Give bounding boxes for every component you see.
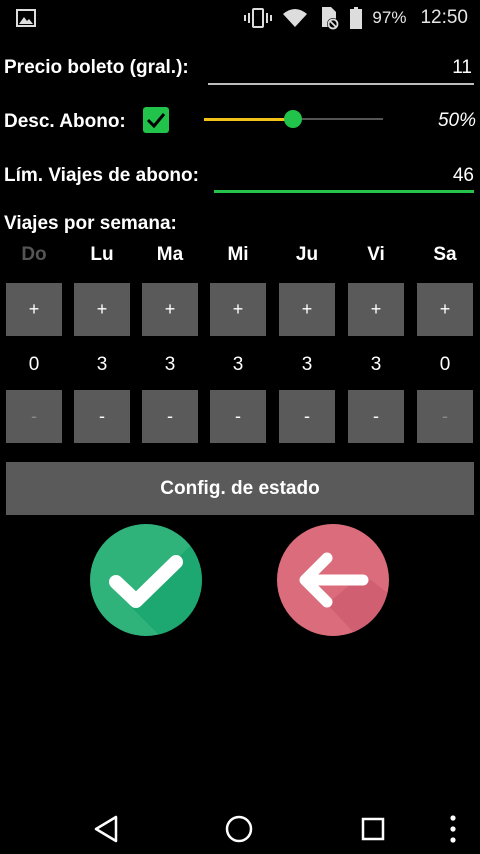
count-lu: 3 bbox=[96, 354, 108, 375]
vibrate-icon bbox=[244, 8, 273, 28]
minus-button-ma[interactable]: - bbox=[142, 390, 198, 443]
back-triangle-icon[interactable] bbox=[94, 815, 120, 843]
sim-blocked-icon bbox=[322, 7, 340, 30]
arrow-left-icon bbox=[299, 552, 389, 636]
minus-button-mi[interactable]: - bbox=[210, 390, 266, 443]
battery-icon bbox=[350, 7, 363, 29]
count-ma: 3 bbox=[164, 354, 176, 375]
day-name-ma: Ma bbox=[156, 244, 184, 265]
plus-button-vi[interactable]: + bbox=[348, 283, 404, 336]
day-name-mi: Mi bbox=[227, 244, 249, 265]
minus-button-vi[interactable]: - bbox=[348, 390, 404, 443]
plus-button-ma[interactable]: + bbox=[142, 283, 198, 336]
day-name-lu: Lu bbox=[90, 244, 114, 265]
navigation-bar bbox=[0, 782, 480, 854]
minus-button-do[interactable]: - bbox=[6, 390, 62, 443]
config-estado-button[interactable]: Config. de estado bbox=[6, 462, 474, 515]
recents-square-icon[interactable] bbox=[361, 817, 385, 841]
more-vertical-icon[interactable] bbox=[448, 814, 458, 844]
plus-button-ju[interactable]: + bbox=[279, 283, 335, 336]
wifi-icon bbox=[283, 9, 308, 27]
checkmark-icon bbox=[109, 546, 202, 636]
confirm-button[interactable] bbox=[90, 524, 202, 636]
back-button[interactable] bbox=[277, 524, 389, 636]
slider-track-empty bbox=[293, 118, 383, 120]
status-bar: 97% 12:50 bbox=[0, 0, 480, 36]
plus-button-sa[interactable]: + bbox=[417, 283, 473, 336]
precio-underline bbox=[208, 83, 474, 85]
plus-button-mi[interactable]: + bbox=[210, 283, 266, 336]
limite-underline bbox=[214, 190, 474, 193]
count-do: 0 bbox=[28, 354, 40, 375]
count-sa: 0 bbox=[439, 354, 451, 375]
home-circle-icon[interactable] bbox=[225, 815, 253, 843]
limite-label: Lím. Viajes de abono: bbox=[4, 165, 199, 186]
limite-input[interactable]: 46 bbox=[214, 165, 474, 187]
precio-input[interactable]: 11 bbox=[208, 57, 472, 79]
minus-button-sa[interactable]: - bbox=[417, 390, 473, 443]
day-name-sa: Sa bbox=[433, 244, 457, 265]
image-icon bbox=[16, 9, 36, 27]
plus-button-do[interactable]: + bbox=[6, 283, 62, 336]
viajes-label: Viajes por semana: bbox=[4, 213, 177, 234]
day-name-vi: Vi bbox=[367, 244, 385, 265]
check-icon bbox=[146, 113, 166, 129]
count-ju: 3 bbox=[301, 354, 313, 375]
minus-button-ju[interactable]: - bbox=[279, 390, 335, 443]
minus-button-lu[interactable]: - bbox=[74, 390, 130, 443]
battery-percent: 97% bbox=[372, 8, 407, 27]
precio-label: Precio boleto (gral.): bbox=[4, 57, 189, 78]
descuento-percent: 50% bbox=[437, 110, 476, 131]
day-name-do: Do bbox=[21, 244, 47, 265]
count-mi: 3 bbox=[232, 354, 244, 375]
count-vi: 3 bbox=[370, 354, 382, 375]
slider-track-filled bbox=[204, 118, 293, 121]
clock: 12:50 bbox=[420, 7, 468, 28]
day-name-ju: Ju bbox=[295, 244, 319, 265]
plus-button-lu[interactable]: + bbox=[74, 283, 130, 336]
descuento-label: Desc. Abono: bbox=[4, 111, 126, 132]
descuento-checkbox[interactable] bbox=[143, 107, 169, 133]
descuento-slider-thumb[interactable] bbox=[284, 110, 302, 128]
